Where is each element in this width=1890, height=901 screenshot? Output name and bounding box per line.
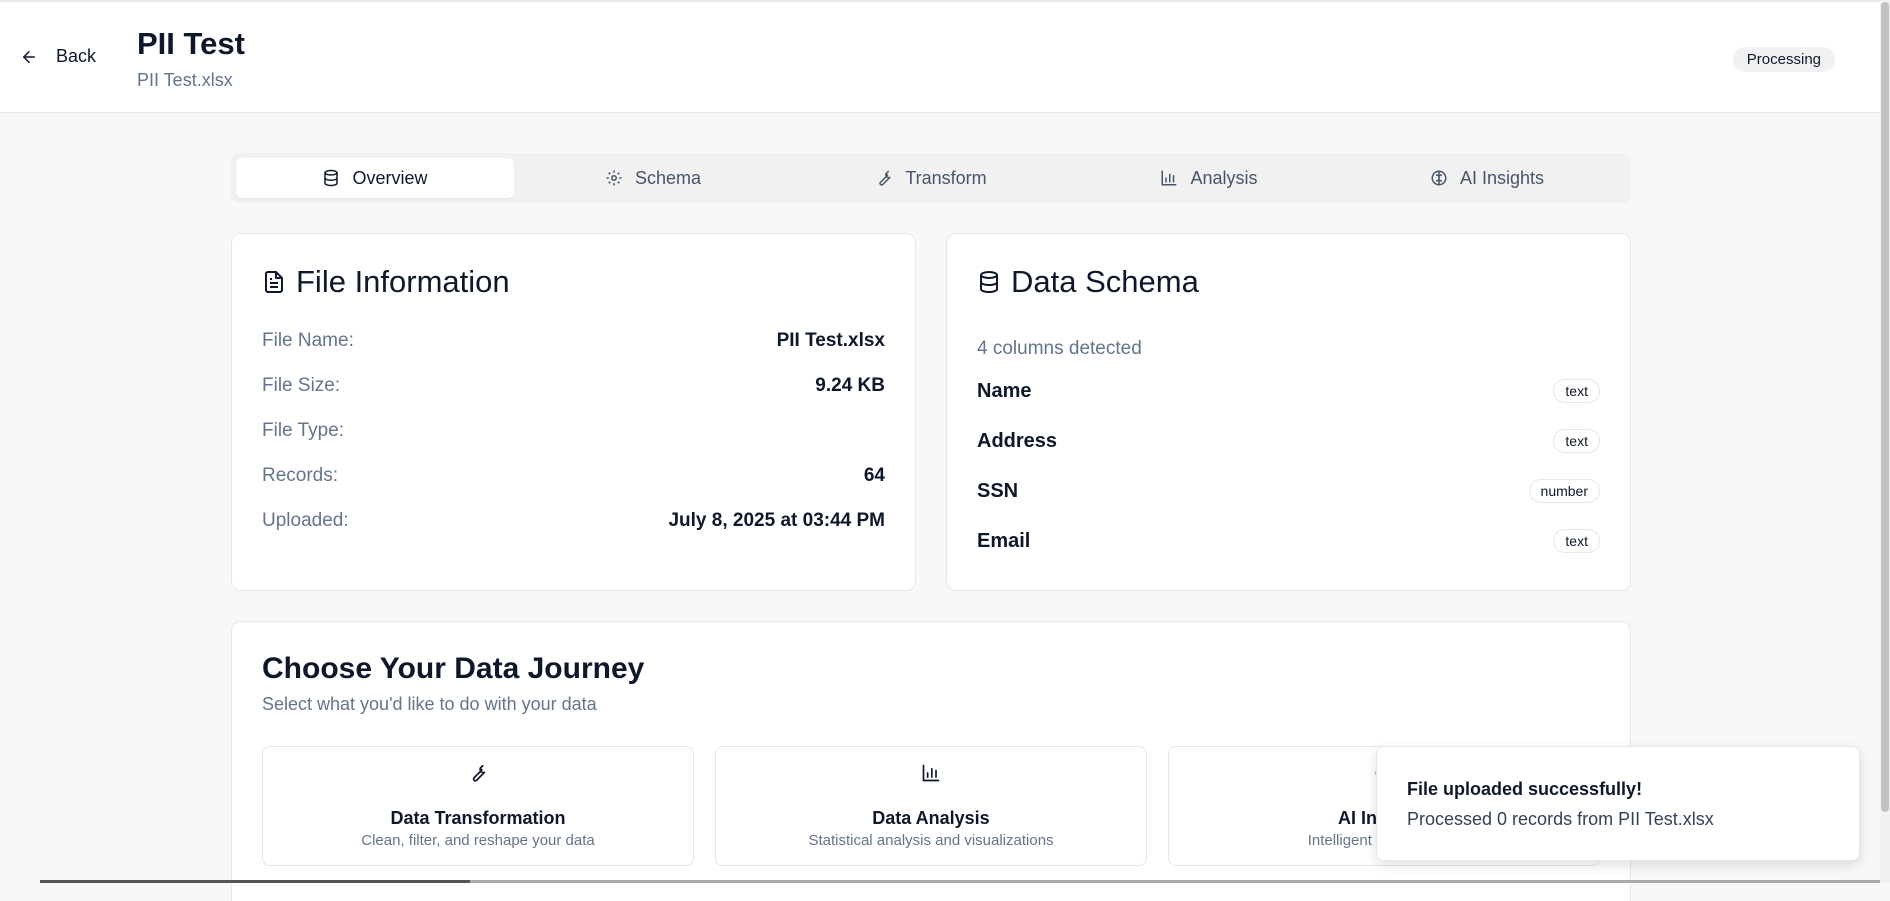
info-value: 64 <box>863 465 885 486</box>
wrench-icon <box>875 169 893 187</box>
tab-schema[interactable]: Schema <box>514 158 792 198</box>
toast-title: File uploaded successfully! <box>1407 779 1643 799</box>
info-label: File Type: <box>262 420 345 441</box>
tab-bar: Overview Schema Transform Analysis AI In… <box>231 153 1631 203</box>
scrollbar-thumb[interactable] <box>1881 2 1889 812</box>
database-icon <box>322 169 340 187</box>
info-row-uploaded: Uploaded: July 8, 2025 at 03:44 PM <box>262 510 885 532</box>
wrench-icon <box>263 763 693 783</box>
page-subtitle: PII Test.xlsx <box>137 70 233 90</box>
info-row-file-type: File Type: <box>262 420 885 442</box>
data-analysis-option[interactable]: Data Analysis Statistical analysis and v… <box>715 746 1147 866</box>
tab-ai-insights[interactable]: AI Insights <box>1348 158 1626 198</box>
brain-icon <box>1430 169 1448 187</box>
arrow-left-icon <box>20 48 38 66</box>
data-transformation-option[interactable]: Data Transformation Clean, filter, and r… <box>262 746 694 866</box>
data-schema-title: Data Schema <box>1011 264 1199 299</box>
info-row-file-name: File Name: PII Test.xlsx <box>262 330 885 352</box>
schema-column-row: Address text <box>977 429 1600 453</box>
tab-transform[interactable]: Transform <box>792 158 1070 198</box>
card-title: Data Schema <box>977 264 1199 300</box>
schema-column-row: Name text <box>977 379 1600 403</box>
status-badge: Processing <box>1732 47 1835 72</box>
column-name: SSN <box>977 479 1019 502</box>
info-label: File Name: <box>262 330 354 351</box>
column-name: Address <box>977 429 1058 452</box>
tab-label: Analysis <box>1190 167 1258 188</box>
info-label: Uploaded: <box>262 510 349 531</box>
tab-label: Schema <box>634 167 702 188</box>
tab-label: Overview <box>352 167 428 188</box>
back-button[interactable]: Back <box>20 46 96 67</box>
bar-chart-icon <box>716 763 1146 783</box>
toast-message: Processed 0 records from PII Test.xlsx <box>1407 809 1714 829</box>
tab-label: AI Insights <box>1459 167 1545 188</box>
type-badge: text <box>1553 529 1600 553</box>
type-badge: number <box>1528 479 1600 503</box>
back-label: Back <box>56 46 97 66</box>
type-badge: text <box>1553 429 1600 453</box>
option-description: Clean, filter, and reshape your data <box>361 832 595 849</box>
column-name: Email <box>977 529 1031 552</box>
card-title: File Information <box>262 264 510 300</box>
info-value: PII Test.xlsx <box>776 330 885 351</box>
schema-column-row: Email text <box>977 529 1600 553</box>
journey-title: Choose Your Data Journey <box>262 652 645 685</box>
option-title: Data Analysis <box>872 808 990 828</box>
info-value: July 8, 2025 at 03:44 PM <box>668 510 885 531</box>
info-row-file-size: File Size: 9.24 KB <box>262 375 885 397</box>
tab-analysis[interactable]: Analysis <box>1070 158 1348 198</box>
data-schema-card: Data Schema 4 columns detected Name text… <box>946 233 1631 591</box>
toast-notification[interactable]: File uploaded successfully! Processed 0 … <box>1376 746 1860 861</box>
type-badge: text <box>1553 379 1600 403</box>
bar-chart-icon <box>1160 169 1178 187</box>
columns-detected: 4 columns detected <box>977 338 1142 359</box>
info-label: File Size: <box>262 375 341 396</box>
page-title: PII Test <box>137 26 245 61</box>
column-name: Name <box>977 379 1032 402</box>
page-header: Back PII Test PII Test.xlsx Processing <box>0 2 1890 113</box>
info-row-records: Records: 64 <box>262 465 885 487</box>
file-information-title: File Information <box>296 264 510 299</box>
tab-label: Transform <box>905 167 987 188</box>
info-value: 9.24 KB <box>815 375 885 396</box>
file-text-icon <box>262 269 286 295</box>
journey-subtitle: Select what you'd like to do with your d… <box>262 694 597 714</box>
option-description: Statistical analysis and visualizations <box>808 832 1054 849</box>
database-icon <box>977 269 1001 295</box>
gear-icon <box>605 169 623 187</box>
file-information-card: File Information File Name: PII Test.xls… <box>231 233 916 591</box>
vertical-scrollbar[interactable] <box>1880 0 1890 883</box>
option-title: Data Transformation <box>390 808 566 828</box>
tab-overview[interactable]: Overview <box>236 158 514 198</box>
schema-column-row: SSN number <box>977 479 1600 503</box>
info-label: Records: <box>262 465 339 486</box>
